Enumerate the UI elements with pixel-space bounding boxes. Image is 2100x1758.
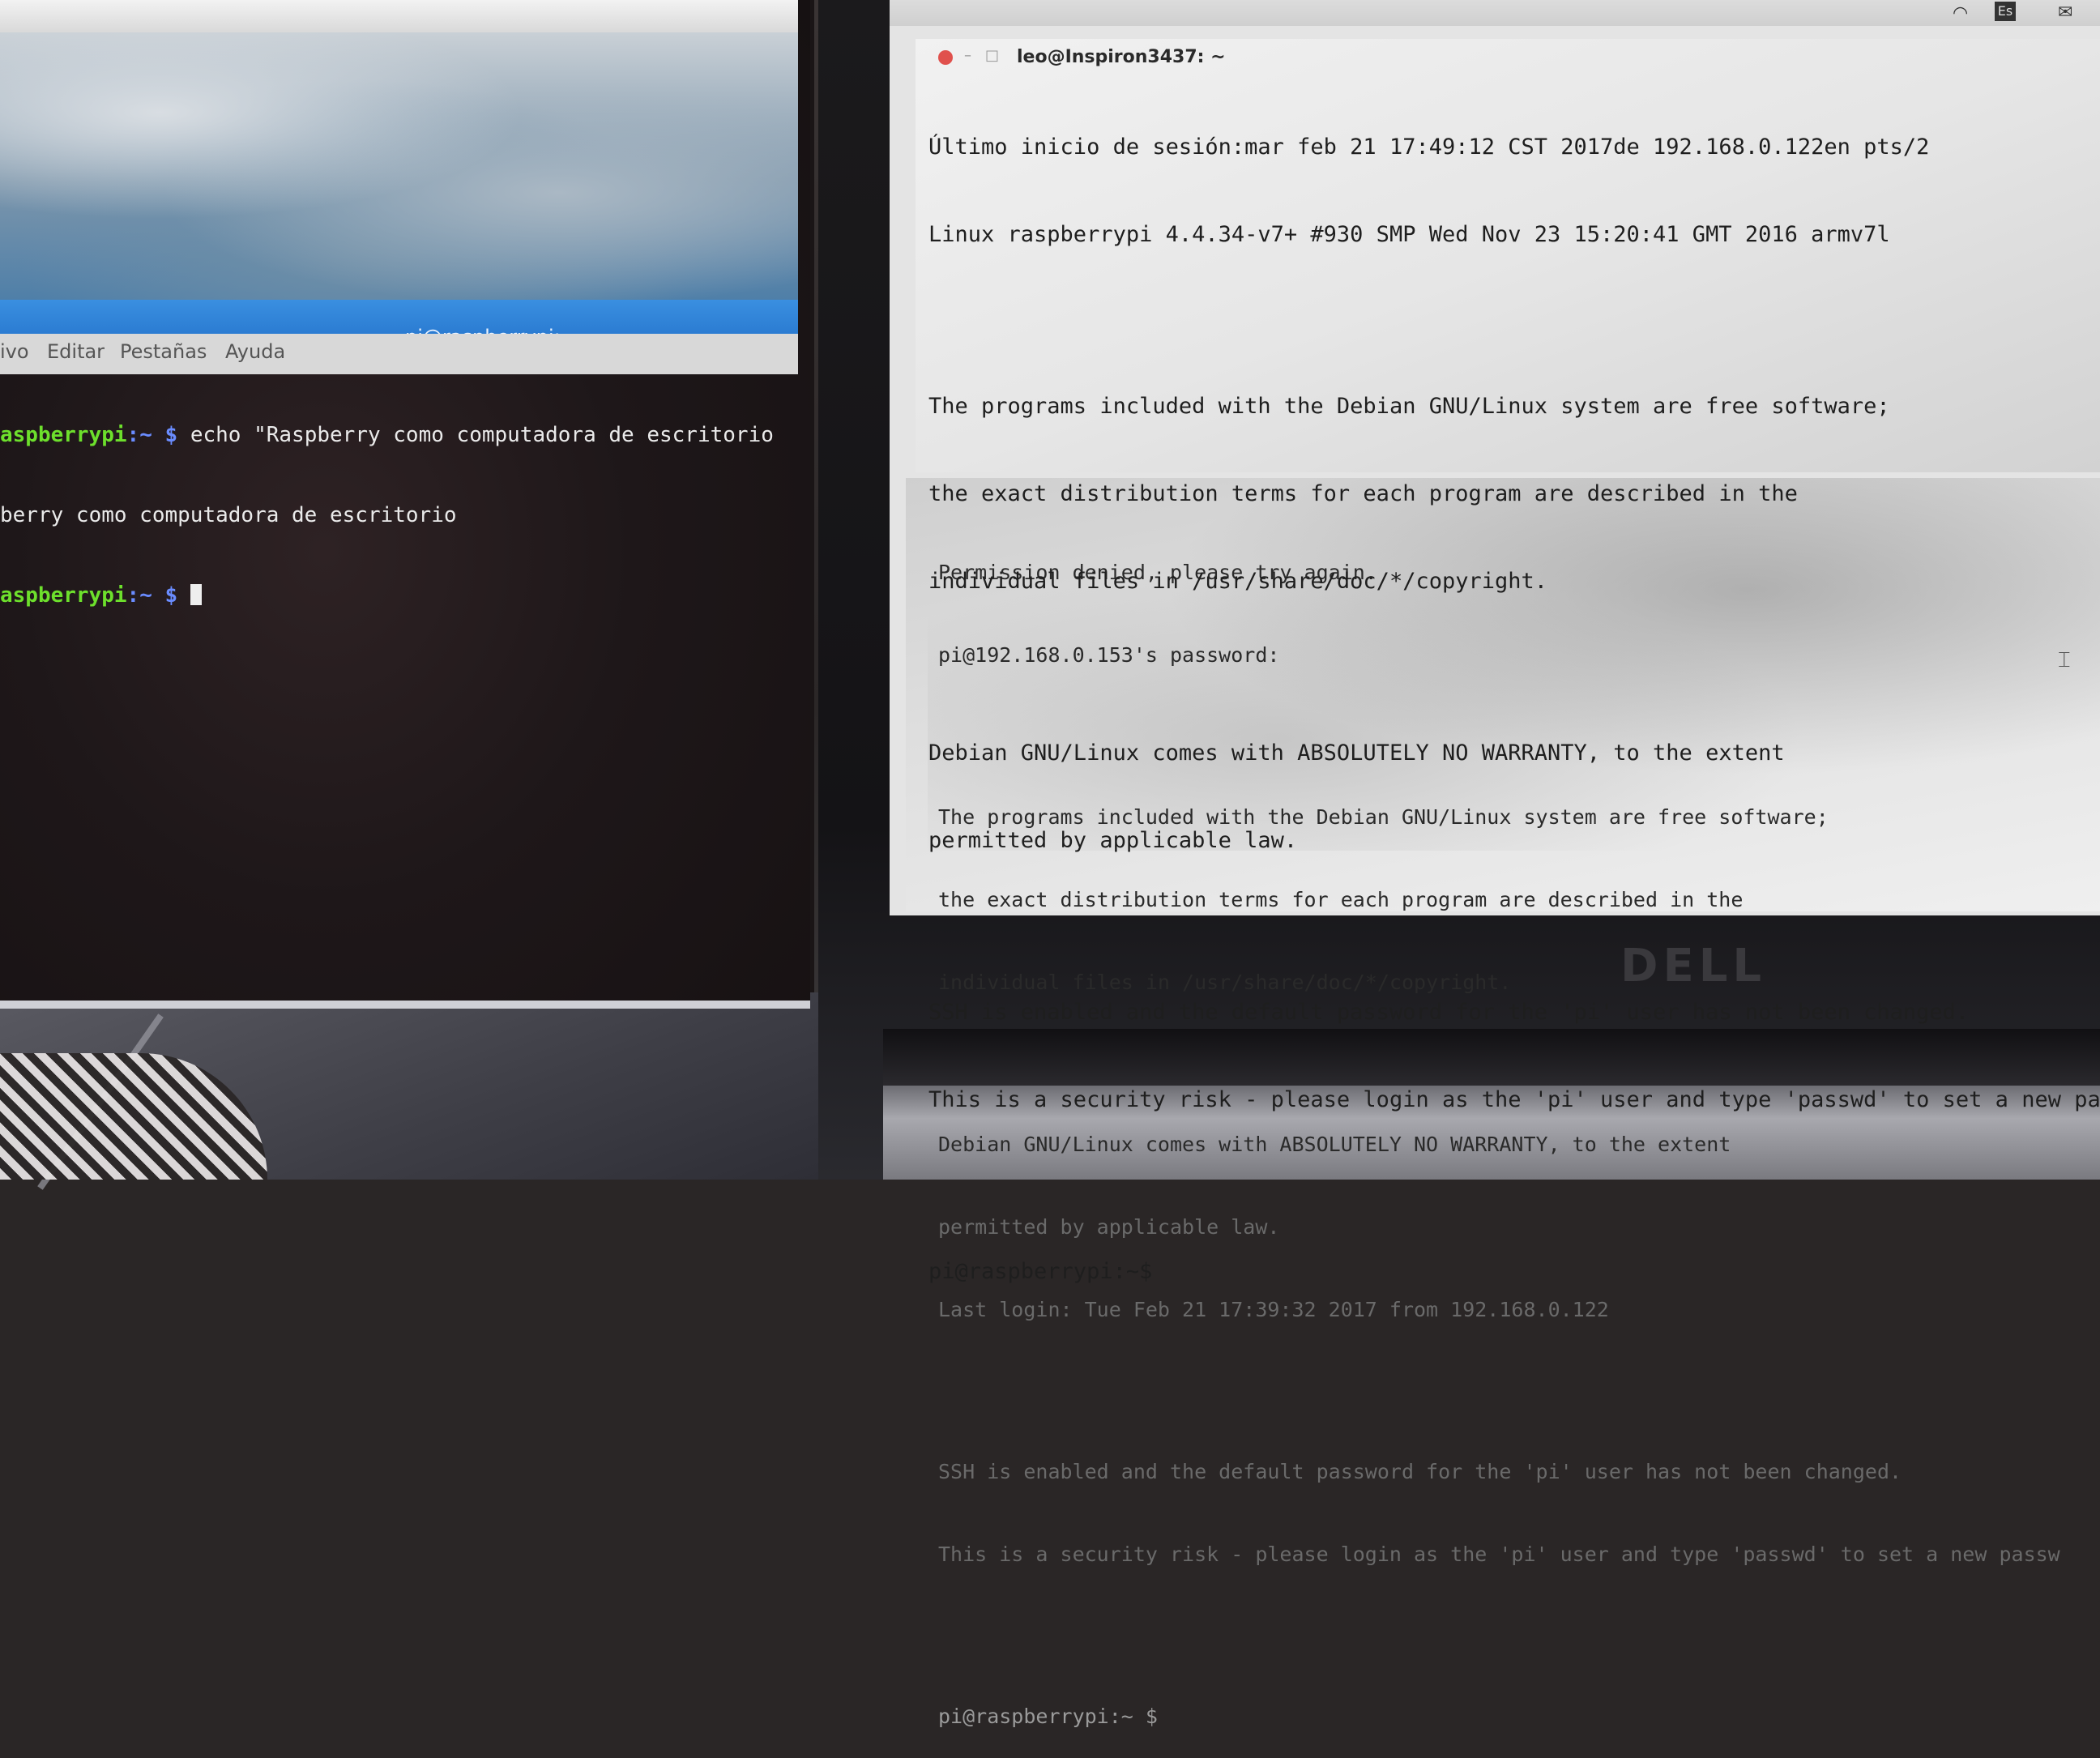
echo-command: echo "Raspberry como computadora de escr…: [177, 423, 774, 447]
lx-line-2: berry como computadora de escritorio: [0, 503, 457, 527]
prompt-path: :~ $: [126, 423, 178, 447]
t2-blank: [938, 1379, 2100, 1403]
lx-line-1: aspberrypi:~ $ echo "Raspberry como comp…: [0, 422, 810, 449]
minimize-icon[interactable]: –: [964, 47, 971, 64]
menu-editar[interactable]: Editar: [47, 340, 105, 363]
t1-line: permitted by applicable law.: [928, 828, 1298, 853]
desktop-wallpaper: [0, 32, 798, 300]
t2-blank: [938, 1624, 2100, 1648]
t2-prompt: pi@raspberrypi:~ $: [938, 1705, 1170, 1728]
prompt-host: aspberrypi: [0, 423, 127, 447]
terminal-1-title: leo@Inspiron3437: ~: [1017, 47, 1226, 67]
terminal-1-output[interactable]: Último inicio de sesión:mar feb 21 17:49…: [928, 75, 2100, 1316]
t1-blank: [928, 308, 2100, 334]
t1-line: individual files in /usr/share/doc/*/cop…: [928, 569, 1548, 594]
prompt-path: :~ $: [126, 583, 178, 608]
menu-archivo[interactable]: ivo: [0, 340, 29, 363]
t1-line: SSH is enabled and the default password …: [928, 1000, 1970, 1025]
t2-line: This is a security risk - please login a…: [938, 1543, 2060, 1566]
close-icon[interactable]: [938, 50, 953, 65]
maximize-icon[interactable]: □: [985, 47, 999, 64]
t1-line: Último inicio de sesión:mar feb 21 17:49…: [928, 134, 1930, 160]
left-monitor: pi@raspberrypi: ~ ivo Editar Pestañas Ay…: [0, 0, 814, 1009]
t1-line: The programs included with the Debian GN…: [928, 394, 1890, 419]
lx-line-3: aspberrypi:~ $: [0, 582, 810, 609]
lx-terminal-titlebar[interactable]: [0, 300, 798, 334]
t1-blank: [928, 655, 2100, 681]
t1-line: Linux raspberrypi 4.4.34-v7+ #930 SMP We…: [928, 222, 1890, 247]
menu-pestanas[interactable]: Pestañas: [120, 340, 207, 363]
menu-ayuda[interactable]: Ayuda: [225, 340, 285, 363]
t1-line: Debian GNU/Linux comes with ABSOLUTELY N…: [928, 740, 1785, 766]
text-cursor: [190, 584, 202, 605]
keyboard-layout-indicator[interactable]: Es: [1995, 2, 2016, 21]
ubuntu-top-panel: [890, 0, 2100, 26]
mail-icon[interactable]: ✉: [2058, 2, 2072, 23]
t1-blank: [928, 914, 2100, 940]
lx-terminal-output[interactable]: aspberrypi:~ $ echo "Raspberry como comp…: [0, 369, 810, 663]
t1-line: the exact distribution terms for each pr…: [928, 481, 1798, 506]
t1-blank: [928, 1173, 2100, 1199]
wifi-icon[interactable]: ◠: [1953, 3, 1968, 23]
lx-top-panel: [0, 0, 798, 32]
t1-line: This is a security risk - please login a…: [928, 1087, 2100, 1112]
t2-line: SSH is enabled and the default password …: [938, 1460, 1902, 1483]
t1-prompt: pi@raspberrypi:~$: [928, 1259, 1166, 1284]
prompt-host: aspberrypi: [0, 583, 127, 608]
